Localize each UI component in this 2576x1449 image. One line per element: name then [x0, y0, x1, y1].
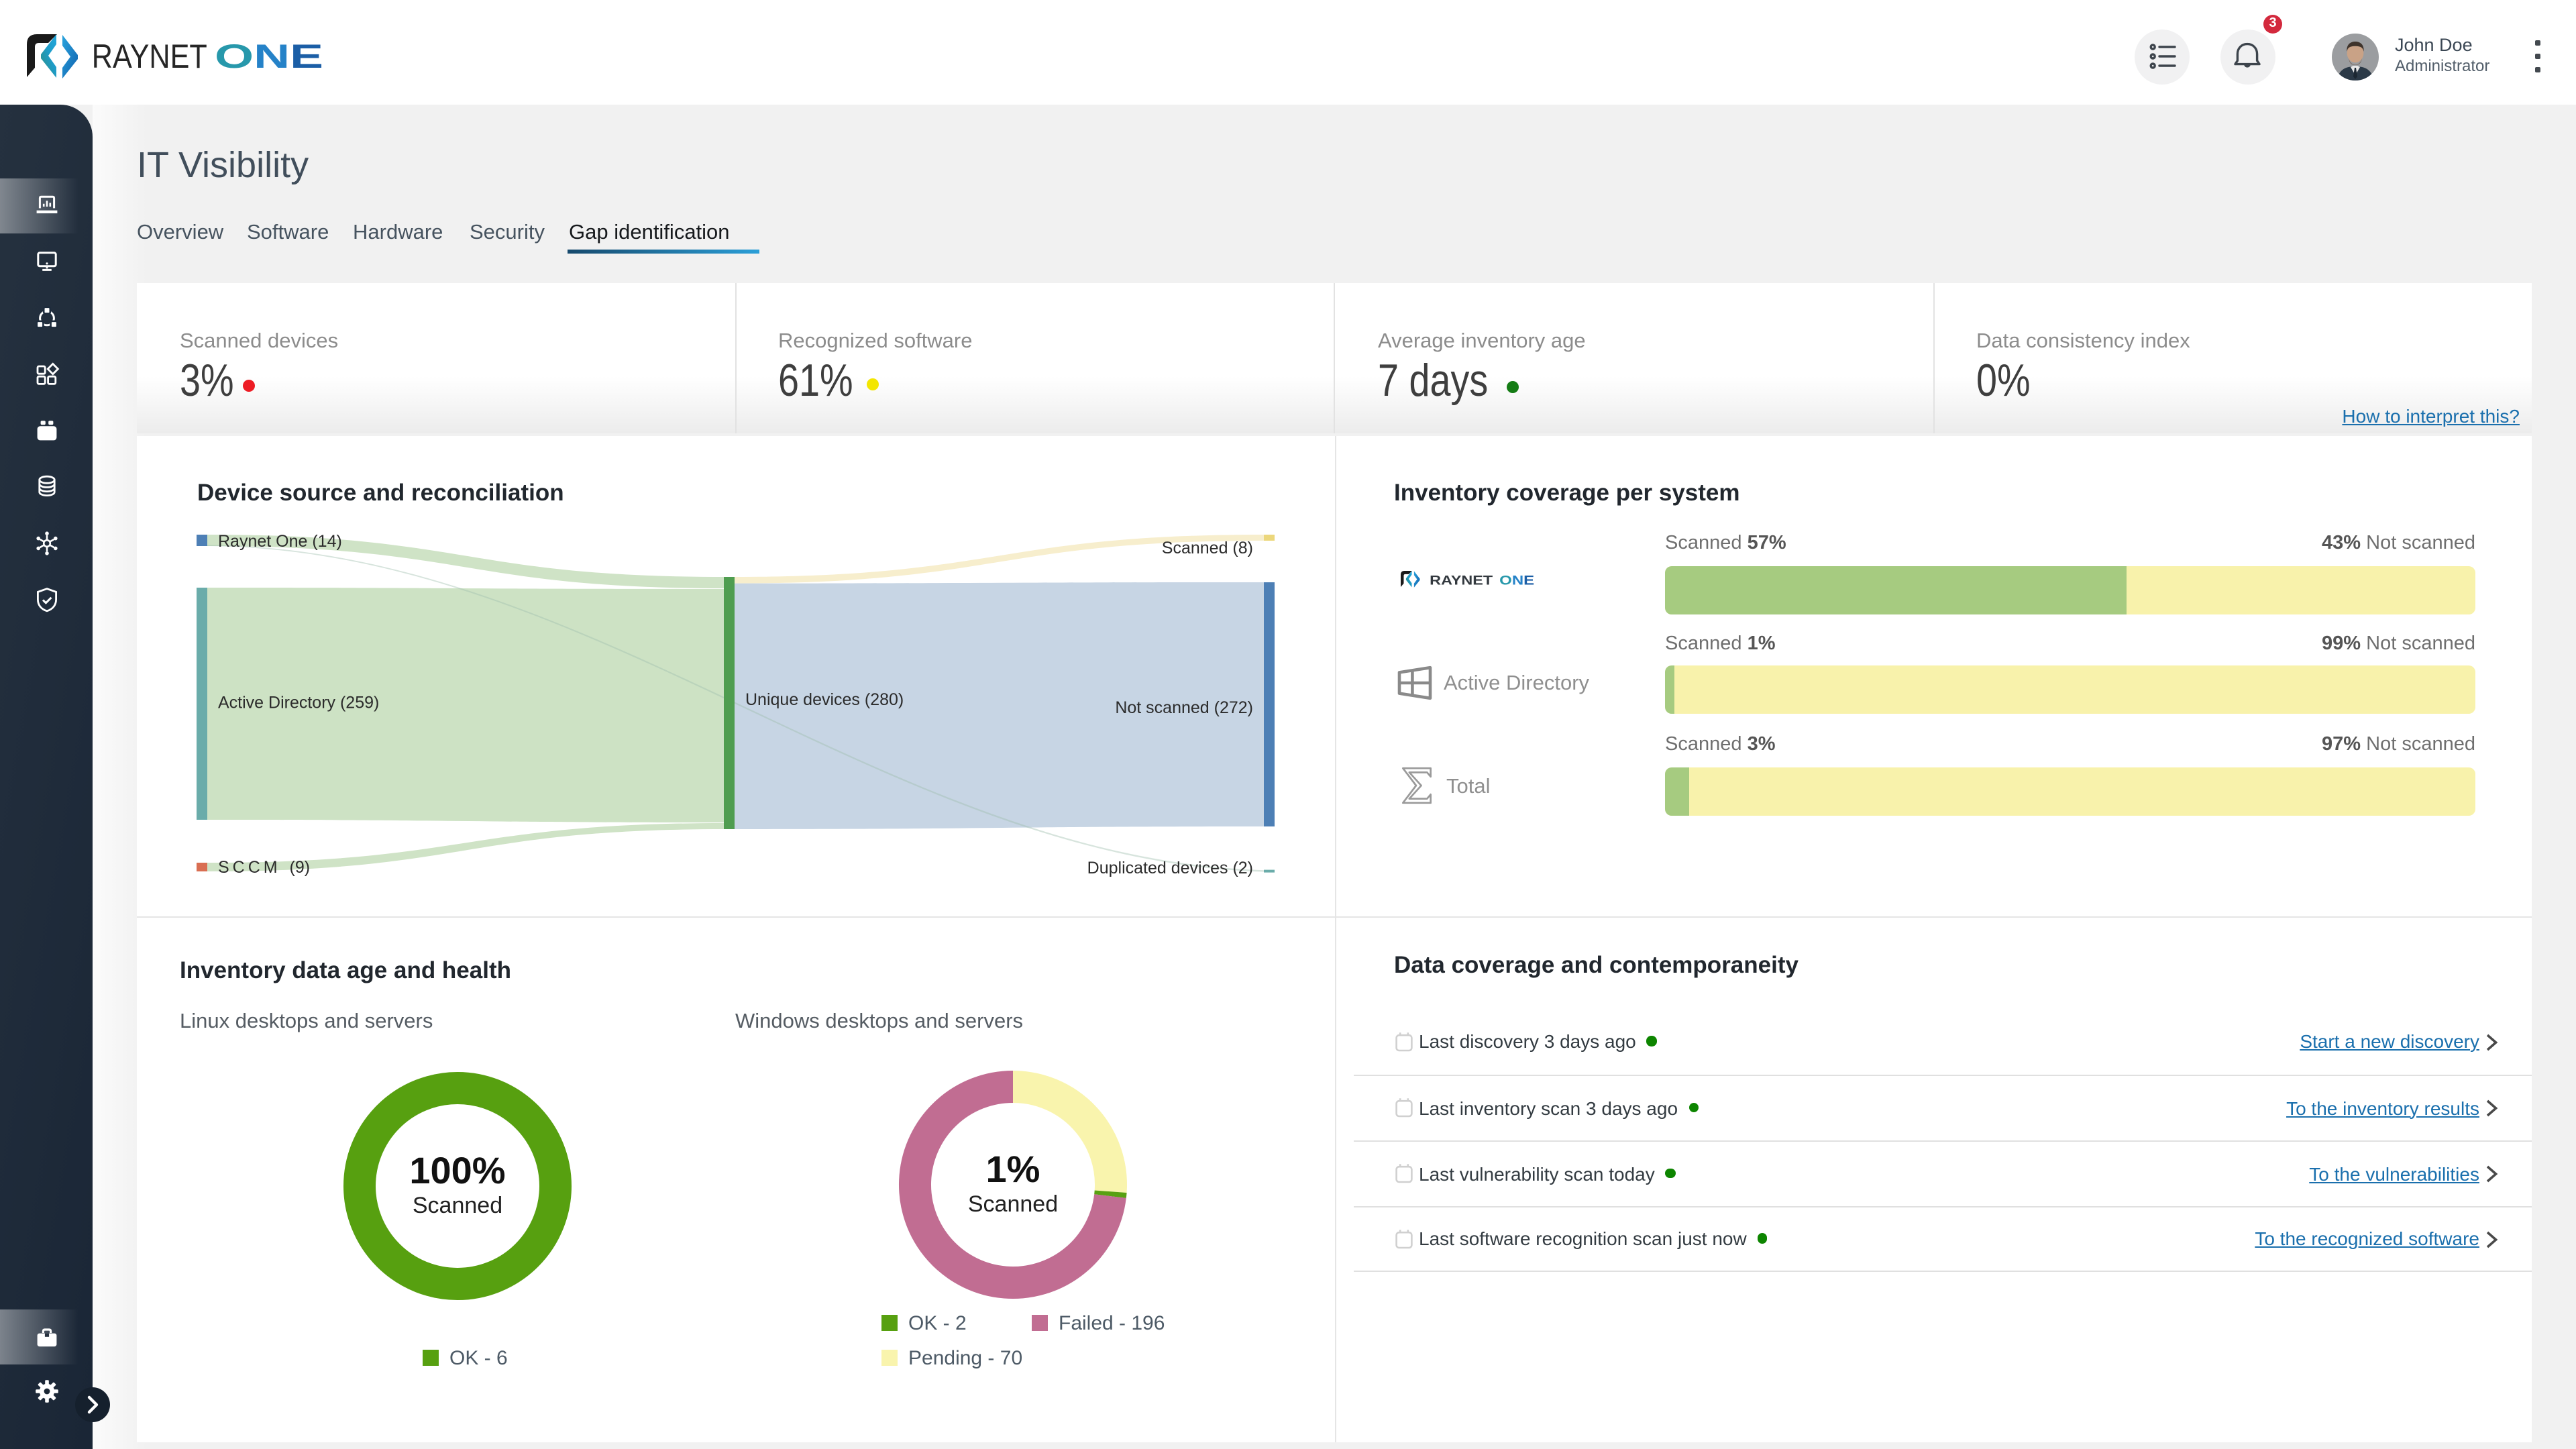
svg-text:Active Directory (259): Active Directory (259) [218, 693, 379, 712]
svg-text:Raynet One (14): Raynet One (14) [218, 532, 342, 551]
svg-text:Scanned (8): Scanned (8) [1162, 539, 1253, 557]
svg-text:Unique devices (280): Unique devices (280) [745, 690, 904, 709]
svg-text:ONE: ONE [215, 38, 323, 75]
svg-text:SCCM (9): SCCM (9) [218, 858, 310, 877]
svg-text:RAYNET: RAYNET [92, 38, 207, 75]
svg-text:Not scanned (272): Not scanned (272) [1115, 698, 1253, 717]
svg-text:ONE: ONE [1499, 574, 1534, 588]
svg-text:Duplicated devices (2): Duplicated devices (2) [1087, 859, 1253, 877]
svg-text:RAYNET: RAYNET [1430, 574, 1493, 588]
